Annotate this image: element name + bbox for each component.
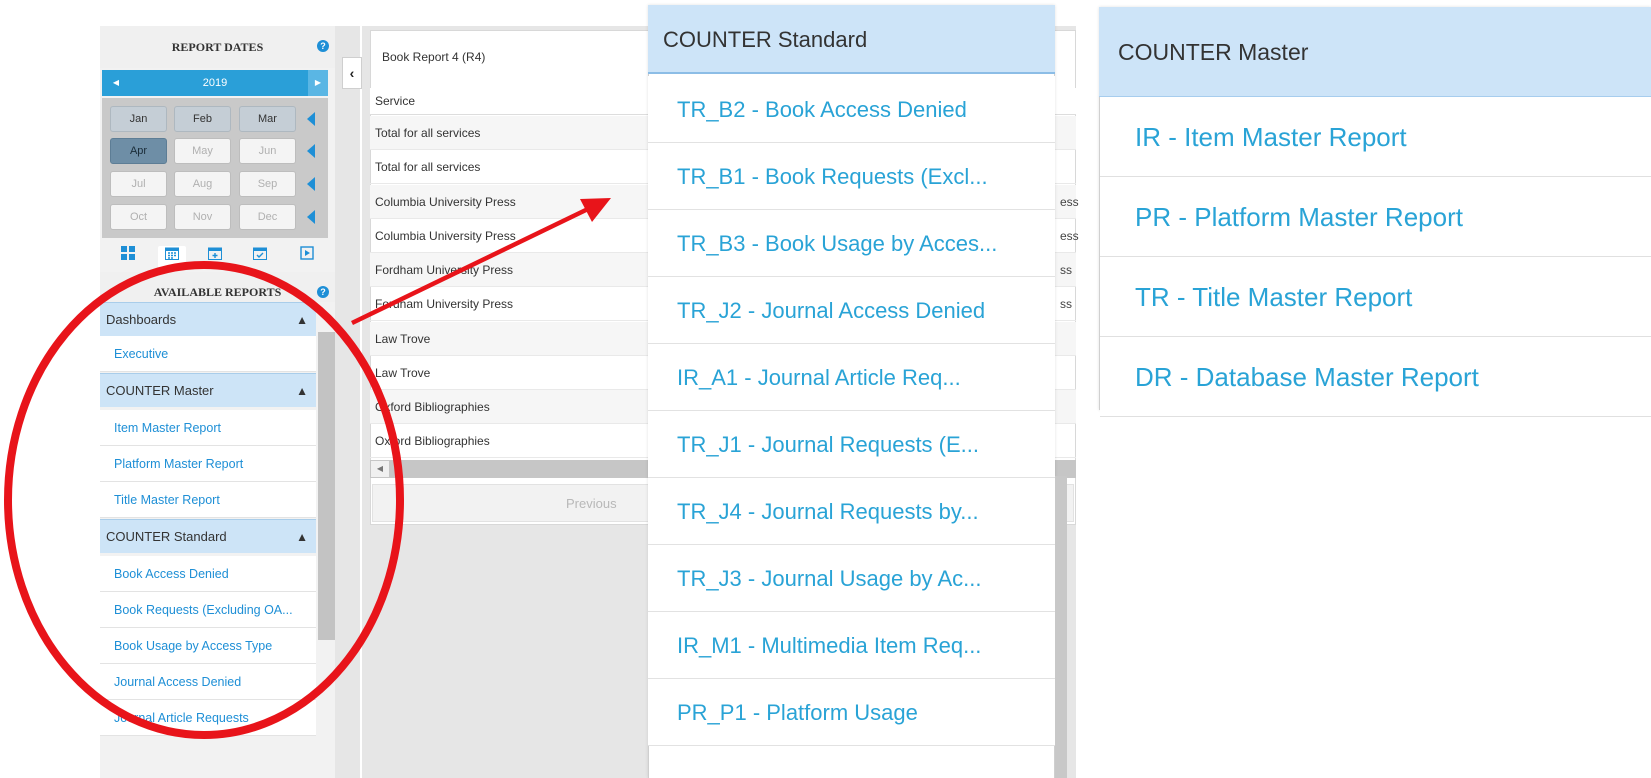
- sidebar: REPORT DATES ? ◀ 2019 ▶ Jan Feb Mar Apr …: [100, 26, 335, 778]
- report-item-book-access-denied[interactable]: Book Access Denied: [100, 556, 316, 592]
- standard-report-tr-j1[interactable]: TR_J1 - Journal Requests (E...: [648, 411, 1055, 478]
- caret-right-icon[interactable]: ▶: [308, 70, 328, 96]
- standard-report-tr-j4[interactable]: TR_J4 - Journal Requests by...: [648, 478, 1055, 545]
- master-report-tr[interactable]: TR - Title Master Report: [1100, 257, 1651, 337]
- collapse-strip: [335, 26, 360, 778]
- standard-report-tr-j3[interactable]: TR_J3 - Journal Usage by Ac...: [648, 545, 1055, 612]
- month-oct[interactable]: Oct: [110, 204, 167, 230]
- grid-icon[interactable]: [114, 246, 142, 268]
- month-jun[interactable]: Jun: [239, 138, 296, 164]
- group-counter-master-label: COUNTER Master: [106, 383, 214, 398]
- row-select-arrow-icon[interactable]: [307, 144, 315, 158]
- master-report-pr[interactable]: PR - Platform Master Report: [1100, 177, 1651, 257]
- available-reports-title: AVAILABLE REPORTS: [153, 285, 282, 299]
- month-aug[interactable]: Aug: [174, 171, 231, 197]
- calendar-plus-icon[interactable]: [201, 246, 229, 268]
- group-dashboards[interactable]: Dashboards ▲: [100, 302, 316, 336]
- chevron-left-icon: ‹: [349, 65, 355, 81]
- standard-report-tr-b2[interactable]: TR_B2 - Book Access Denied: [648, 76, 1055, 143]
- master-report-dr[interactable]: DR - Database Master Report: [1100, 337, 1651, 417]
- report-item-journal-article-requests[interactable]: Journal Article Requests: [100, 700, 316, 736]
- table-cell: Oxford Bibliographies: [375, 434, 490, 448]
- month-dec[interactable]: Dec: [239, 204, 296, 230]
- standard-report-ir-a1[interactable]: IR_A1 - Journal Article Req...: [648, 344, 1055, 411]
- table-cell: ess: [1060, 195, 1079, 209]
- chevron-up-icon[interactable]: ▲: [296, 520, 308, 554]
- group-dashboards-label: Dashboards: [106, 312, 177, 327]
- table-cell: Law Trove: [375, 366, 431, 380]
- table-cell: Total for all services: [375, 160, 481, 174]
- report-item-book-usage[interactable]: Book Usage by Access Type: [100, 628, 316, 664]
- standard-report-tr-b1[interactable]: TR_B1 - Book Requests (Excl...: [648, 143, 1055, 210]
- caret-left-icon[interactable]: ◀: [106, 70, 126, 96]
- group-counter-master[interactable]: COUNTER Master ▲: [100, 373, 316, 407]
- table-cell: ess: [1060, 229, 1079, 243]
- previous-page-button[interactable]: Previous: [566, 496, 617, 511]
- counter-master-header[interactable]: COUNTER Master: [1099, 7, 1651, 97]
- help-icon[interactable]: ?: [317, 286, 329, 298]
- report-item-book-requests[interactable]: Book Requests (Excluding OA...: [100, 592, 316, 628]
- group-counter-standard[interactable]: COUNTER Standard ▲: [100, 519, 316, 553]
- table-cell: Oxford Bibliographies: [375, 400, 490, 414]
- table-cell: Total for all services: [375, 126, 481, 140]
- year-label: 2019: [202, 77, 228, 89]
- calendar-check-icon[interactable]: [246, 246, 274, 268]
- month-may[interactable]: May: [174, 138, 231, 164]
- month-jan[interactable]: Jan: [110, 106, 167, 132]
- row-select-arrow-icon[interactable]: [307, 112, 315, 126]
- report-item-platform-master[interactable]: Platform Master Report: [100, 446, 316, 482]
- month-grid: Jan Feb Mar Apr May Jun Jul Aug Sep Oct …: [102, 98, 328, 238]
- month-nov[interactable]: Nov: [174, 204, 231, 230]
- table-cell: ss: [1060, 297, 1072, 311]
- counter-standard-header[interactable]: COUNTER Standard: [648, 5, 1055, 74]
- report-dates-header: REPORT DATES ?: [100, 26, 335, 68]
- help-icon[interactable]: ?: [317, 40, 329, 52]
- report-dates-title: REPORT DATES: [171, 40, 264, 54]
- table-cell: Columbia University Press: [375, 229, 516, 243]
- scroll-left-icon[interactable]: ◀: [371, 461, 389, 477]
- standard-report-tr-j2[interactable]: TR_J2 - Journal Access Denied: [648, 277, 1055, 344]
- report-item-executive[interactable]: Executive: [100, 336, 316, 372]
- month-apr[interactable]: Apr: [110, 138, 167, 164]
- table-cell: Fordham University Press: [375, 263, 514, 277]
- view-icon-bar: [100, 242, 330, 270]
- report-item-item-master[interactable]: Item Master Report: [100, 410, 316, 446]
- month-feb[interactable]: Feb: [174, 106, 231, 132]
- group-counter-standard-label: COUNTER Standard: [106, 529, 227, 544]
- month-sep[interactable]: Sep: [239, 171, 296, 197]
- report-item-journal-access-denied[interactable]: Journal Access Denied: [100, 664, 316, 700]
- table-cell: ss: [1060, 263, 1072, 277]
- row-select-arrow-icon[interactable]: [307, 177, 315, 191]
- collapse-sidebar-button[interactable]: ‹: [342, 57, 362, 89]
- month-mar[interactable]: Mar: [239, 106, 296, 132]
- month-jul[interactable]: Jul: [110, 171, 167, 197]
- master-report-ir[interactable]: IR - Item Master Report: [1100, 97, 1651, 177]
- available-reports-header: AVAILABLE REPORTS ?: [100, 272, 335, 302]
- calendar-icon[interactable]: [158, 246, 186, 268]
- report-item-title-master[interactable]: Title Master Report: [100, 482, 316, 518]
- table-cell: Fordham University Press: [375, 297, 514, 311]
- standard-panel-scrollbar[interactable]: [1055, 476, 1067, 778]
- report-title: Book Report 4 (R4): [382, 50, 486, 64]
- year-selector: ◀ 2019 ▶: [102, 70, 328, 96]
- chevron-up-icon[interactable]: ▲: [296, 374, 308, 408]
- sidebar-scrollbar-thumb[interactable]: [318, 332, 335, 640]
- table-cell: Law Trove: [375, 332, 431, 346]
- row-select-arrow-icon[interactable]: [307, 210, 315, 224]
- table-cell: Columbia University Press: [375, 195, 516, 209]
- standard-report-ir-m1[interactable]: IR_M1 - Multimedia Item Req...: [648, 612, 1055, 679]
- play-icon[interactable]: [293, 246, 321, 268]
- chevron-up-icon[interactable]: ▲: [296, 303, 308, 337]
- standard-report-tr-b3[interactable]: TR_B3 - Book Usage by Acces...: [648, 210, 1055, 277]
- standard-report-pr-p1[interactable]: PR_P1 - Platform Usage: [648, 679, 1055, 746]
